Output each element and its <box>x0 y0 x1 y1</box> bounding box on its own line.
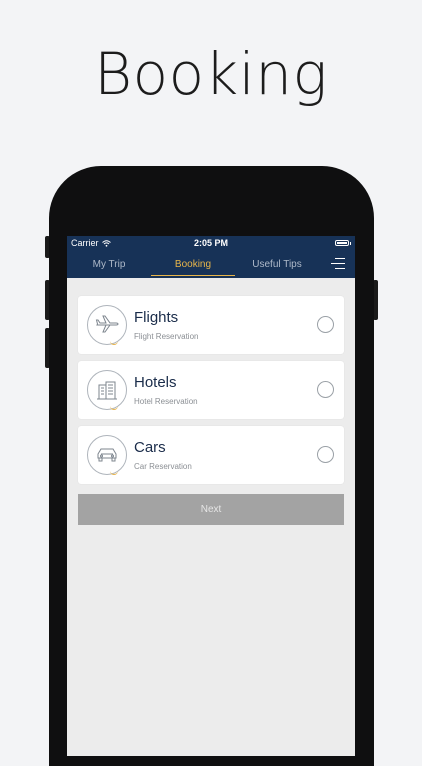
hamburger-menu-icon[interactable] <box>331 258 345 270</box>
flights-radio-button[interactable] <box>317 316 334 333</box>
car-icon <box>87 435 127 475</box>
option-title: Flights <box>134 309 179 326</box>
battery-icon <box>335 240 349 246</box>
app-screen: Carrier 2:05 PM My Trip Booking Useful T… <box>67 236 355 756</box>
option-subtitle: Car Reservation <box>134 462 192 471</box>
option-card-hotels[interactable]: Hotels Hotel Reservation <box>78 361 344 419</box>
option-subtitle: Hotel Reservation <box>134 397 198 406</box>
option-title: Hotels <box>134 374 177 391</box>
tab-booking[interactable]: Booking <box>151 250 235 278</box>
booking-options-list: Flights Flight Reservation Hotels Hotel … <box>78 296 344 491</box>
option-card-cars[interactable]: Cars Car Reservation <box>78 426 344 484</box>
next-button[interactable]: Next <box>78 494 344 525</box>
airplane-icon <box>87 305 127 345</box>
hotel-icon <box>87 370 127 410</box>
cars-radio-button[interactable] <box>317 446 334 463</box>
option-card-flights[interactable]: Flights Flight Reservation <box>78 296 344 354</box>
status-time: 2:05 PM <box>193 238 228 248</box>
page-headline: Booking <box>94 40 328 108</box>
tab-my-trip[interactable]: My Trip <box>67 250 151 278</box>
option-title: Cars <box>134 439 166 456</box>
option-subtitle: Flight Reservation <box>134 332 199 341</box>
hotels-radio-button[interactable] <box>317 381 334 398</box>
tab-useful-tips[interactable]: Useful Tips <box>235 250 319 278</box>
tab-bar: My Trip Booking Useful Tips <box>67 250 355 278</box>
status-bar: Carrier 2:05 PM <box>67 236 355 250</box>
